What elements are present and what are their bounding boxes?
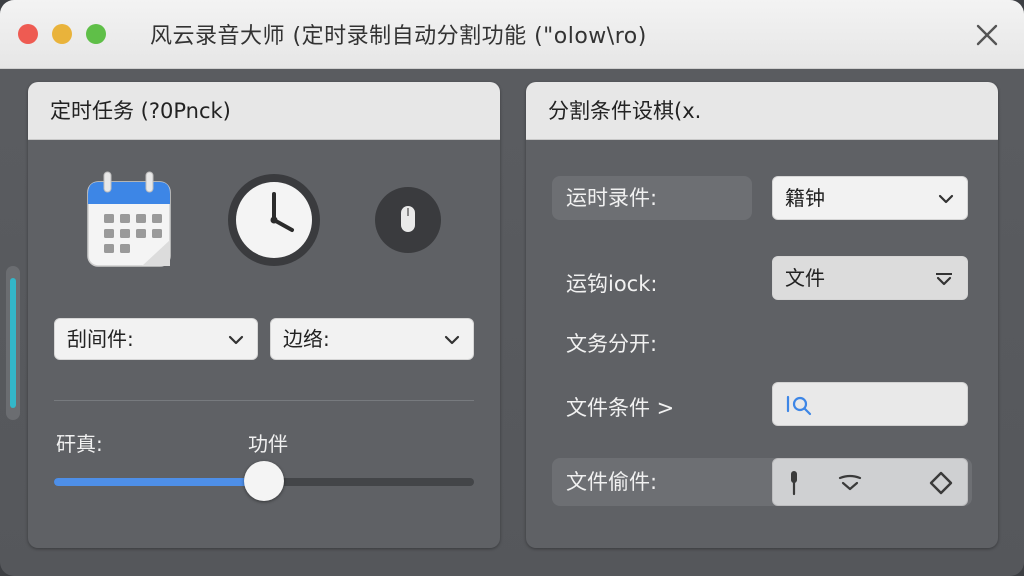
- row-3-label: 文务分开:: [566, 332, 658, 356]
- row-2-dropdown-value: 文件: [785, 266, 825, 290]
- caret-down-icon: [936, 273, 952, 286]
- left-scrollbar[interactable]: [6, 266, 20, 420]
- title-bar: 风云录音大师 (定时录制自动分割功能 ("olow\ro): [0, 0, 1024, 69]
- scheduled-task-panel: 定时任务 (?0Pnck) 刮间件: 边络: 矸真: 功伴: [28, 82, 500, 548]
- clock-icon[interactable]: [226, 172, 322, 268]
- row-2-dropdown[interactable]: 文件: [772, 256, 968, 300]
- minimize-window-button[interactable]: [52, 24, 72, 44]
- chevron-down-icon: [228, 335, 244, 345]
- search-icon: [786, 395, 812, 416]
- split-condition-panel-title: 分割条件设棋(x.: [526, 82, 998, 140]
- row-5-label-text: 文件偷件:: [566, 470, 658, 494]
- close-icon[interactable]: [974, 22, 1000, 48]
- calendar-icon[interactable]: [84, 170, 174, 270]
- pin-icon[interactable]: [787, 469, 801, 497]
- diamond-icon[interactable]: [929, 471, 953, 495]
- slider-knob[interactable]: [244, 461, 284, 501]
- slider-fill: [54, 478, 264, 486]
- row-4-label: 文件条件 >: [566, 396, 675, 420]
- close-window-button[interactable]: [18, 24, 38, 44]
- row-2-label: 运钩iock:: [566, 272, 658, 296]
- scheduled-task-panel-title: 定时任务 (?0Pnck): [28, 82, 500, 140]
- row-1-dropdown-value: 籍钟: [785, 186, 825, 210]
- row-5-controls[interactable]: [772, 458, 968, 506]
- slider-label-left: 矸真:: [56, 432, 103, 456]
- zoom-window-button[interactable]: [86, 24, 106, 44]
- row-1-label: 运时录件:: [552, 176, 752, 220]
- scrollbar-thumb[interactable]: [10, 278, 16, 408]
- mouse-icon[interactable]: [374, 186, 442, 254]
- window-title: 风云录音大师 (定时录制自动分割功能 ("olow\ro): [150, 24, 647, 49]
- chevron-down-icon: [938, 194, 954, 204]
- chevron-down-icon: [444, 335, 460, 345]
- file-search-input[interactable]: [772, 382, 968, 426]
- edge-dropdown[interactable]: 边络:: [270, 318, 474, 360]
- row-1-dropdown[interactable]: 籍钟: [772, 176, 968, 220]
- duration-slider[interactable]: [54, 461, 474, 501]
- app-window: 风云录音大师 (定时录制自动分割功能 ("olow\ro) 定时任务 (?0Pn…: [0, 0, 1024, 576]
- edge-dropdown-label: 边络:: [283, 327, 330, 351]
- chevron-down-icon[interactable]: [837, 473, 863, 493]
- split-condition-panel: 分割条件设棋(x. 运时录件: 籍钟 运钩iock: 文件 文务分开: 文件条件…: [526, 82, 998, 548]
- interval-dropdown-label: 刮间件:: [67, 327, 134, 351]
- interval-dropdown[interactable]: 刮间件:: [54, 318, 258, 360]
- divider: [54, 400, 474, 401]
- slider-label-right: 功伴: [248, 432, 288, 456]
